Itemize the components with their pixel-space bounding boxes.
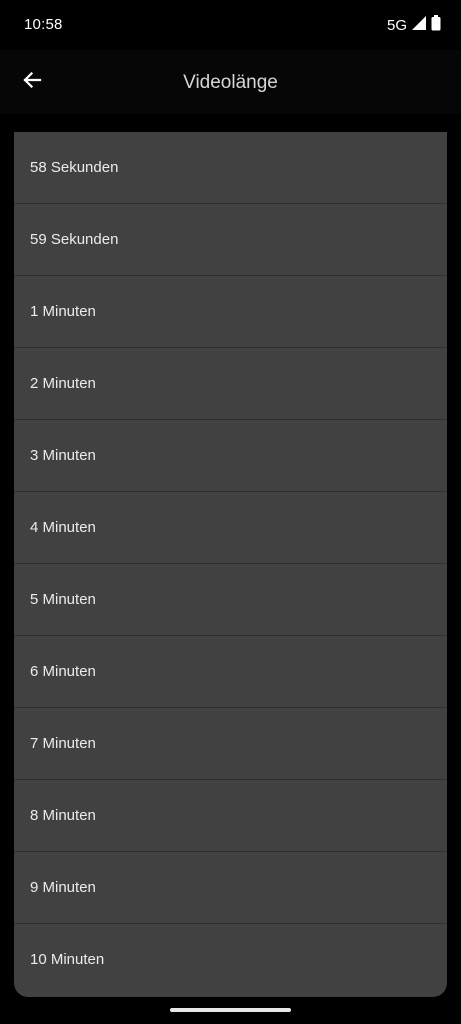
option-2-minutes[interactable]: 2 Minuten <box>14 348 447 420</box>
option-59-seconds[interactable]: 59 Sekunden <box>14 204 447 276</box>
option-label: 10 Minuten <box>30 951 105 968</box>
option-label: 5 Minuten <box>30 591 96 608</box>
option-label: 4 Minuten <box>30 519 96 536</box>
status-time: 10:58 <box>24 16 63 33</box>
status-bar: 10:58 5G <box>0 0 461 50</box>
option-5-minutes[interactable]: 5 Minuten <box>14 564 447 636</box>
option-label: 58 Sekunden <box>30 159 119 176</box>
option-4-minutes[interactable]: 4 Minuten <box>14 492 447 564</box>
option-6-minutes[interactable]: 6 Minuten <box>14 636 447 708</box>
option-58-seconds[interactable]: 58 Sekunden <box>14 132 447 204</box>
option-label: 1 Minuten <box>30 303 96 320</box>
battery-icon <box>431 14 441 36</box>
network-label: 5G <box>386 16 407 34</box>
app-bar: Videolänge <box>0 50 461 114</box>
option-label: 6 Minuten <box>30 663 96 680</box>
option-label: 7 Minuten <box>30 735 96 752</box>
option-1-minute[interactable]: 1 Minuten <box>14 276 447 348</box>
option-9-minutes[interactable]: 9 Minuten <box>14 852 447 924</box>
option-3-minutes[interactable]: 3 Minuten <box>14 420 447 492</box>
signal-icon <box>412 15 426 35</box>
option-label: 8 Minuten <box>30 807 96 824</box>
option-10-minutes[interactable]: 10 Minuten <box>14 924 447 995</box>
status-icons: 5G <box>386 14 441 36</box>
option-label: 59 Sekunden <box>30 231 119 248</box>
page-title: Videolänge <box>183 72 278 93</box>
option-7-minutes[interactable]: 7 Minuten <box>14 708 447 780</box>
option-8-minutes[interactable]: 8 Minuten <box>14 780 447 852</box>
option-label: 2 Minuten <box>30 375 96 392</box>
duration-options-list: 58 Sekunden 59 Sekunden 1 Minuten 2 Minu… <box>14 132 447 997</box>
option-label: 9 Minuten <box>30 879 96 896</box>
home-indicator[interactable] <box>170 1008 291 1012</box>
option-label: 3 Minuten <box>30 447 96 464</box>
